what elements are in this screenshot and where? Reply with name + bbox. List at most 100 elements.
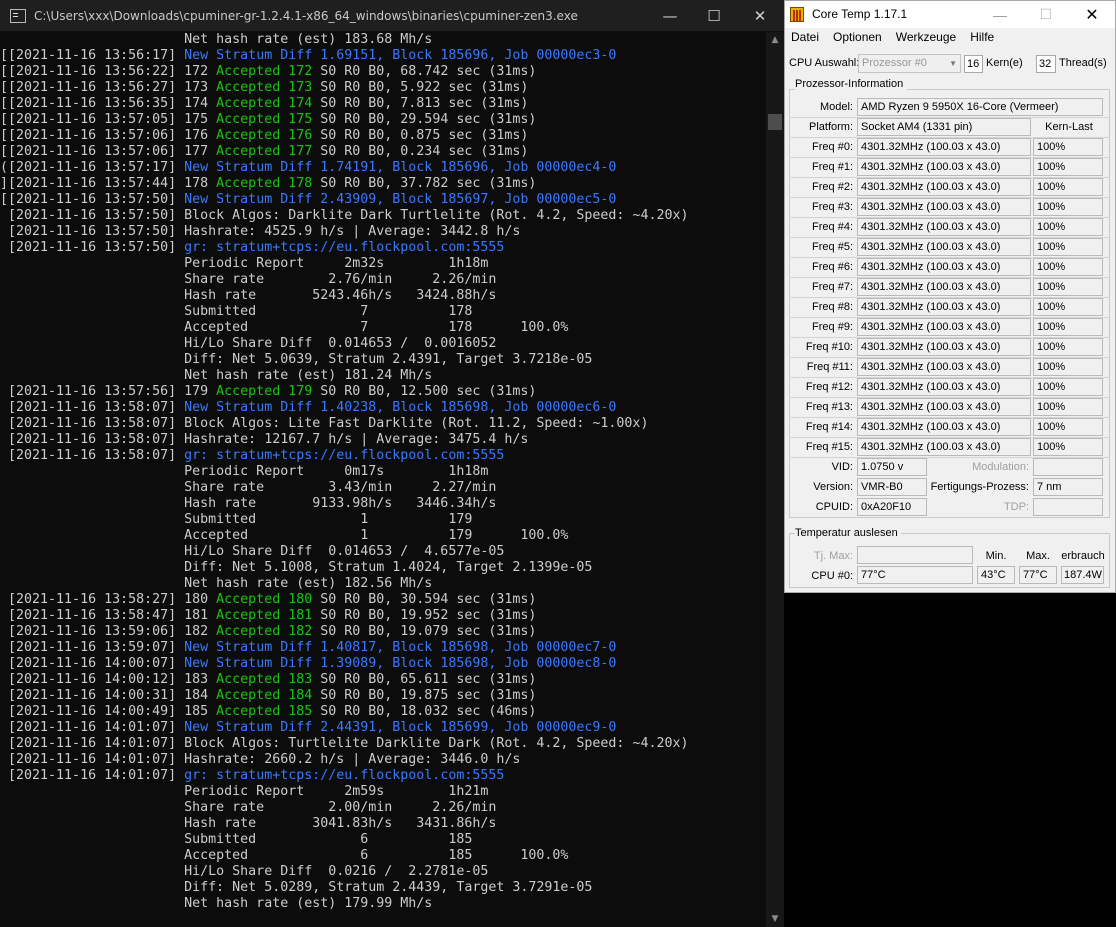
line-tail: S0 R0 B0, 65.611 sec (31ms) [312,672,537,687]
maximize-button[interactable]: ☐ [692,0,736,31]
freq-value: 4301.32MHz (100.03 x 43.0) [857,398,1031,416]
accepted-text: Accepted 175 [216,112,313,127]
menu-hilfe[interactable]: Hilfe [963,28,1001,47]
line-gutter: [ [0,112,9,127]
menu-bar: Datei Optionen Werkzeuge Hilfe [785,28,1001,47]
temperature-section-label: Temperatur auslesen [795,527,898,539]
console-line: Hi/Lo Share Diff 0.014653 / 0.0016052 [0,336,766,352]
tjmax-field [857,546,973,564]
console-line: Share rate 3.43/min 2.27/min [0,480,766,496]
line-gutter: ] [0,176,9,191]
line-text: [2021-11-16 14:00:07] [8,656,185,671]
line-gutter [0,704,8,719]
core-load-value: 100% [1033,138,1103,156]
menu-datei[interactable]: Datei [785,28,826,47]
minimize-button[interactable]: — [977,1,1023,28]
freq-label: Freq #0: [812,141,853,153]
line-text: [2021-11-16 13:59:07] [8,640,185,655]
line-gutter [0,432,8,447]
close-button[interactable]: ✕ [738,0,782,31]
freq-value: 4301.32MHz (100.03 x 43.0) [857,278,1031,296]
minimize-button[interactable]: — [648,0,692,31]
line-tail: S0 R0 B0, 0.875 sec (31ms) [312,128,529,143]
accepted-text: Accepted 174 [216,96,313,111]
line-text: Hi/Lo Share Diff 0.014653 / 0.0016052 [8,336,497,351]
console-line: Hash rate 9133.98h/s 3446.34h/s [0,496,766,512]
freq-label: Freq #9: [812,321,853,333]
core-load-value: 100% [1033,378,1103,396]
freq-label: Freq #4: [812,221,853,233]
line-gutter [0,272,8,287]
console-line: [2021-11-16 13:59:06] 182 Accepted 182 S… [0,624,766,640]
line-gutter: [ [0,80,9,95]
console-scrollbar[interactable]: ▲ ▼ [766,32,784,927]
console-line: [[2021-11-16 13:56:27] 173 Accepted 173 … [0,80,766,96]
console-line: [2021-11-16 14:00:49] 185 Accepted 185 S… [0,704,766,720]
line-tail: S0 R0 B0, 37.782 sec (31ms) [312,176,537,191]
line-gutter [0,208,8,223]
cpu-select-dropdown[interactable]: Prozessor #0 ▼ [858,54,961,73]
line-text: Submitted 1 179 [8,512,473,527]
cpu-select-value: Prozessor #0 [862,57,927,69]
freq-value: 4301.32MHz (100.03 x 43.0) [857,358,1031,376]
freq-label: Freq #3: [812,201,853,213]
console-line: ][2021-11-16 13:57:44] 178 Accepted 178 … [0,176,766,192]
freq-value: 4301.32MHz (100.03 x 43.0) [857,178,1031,196]
freq-label: Freq #7: [812,281,853,293]
line-text: Periodic Report 2m32s 1h18m [8,256,489,271]
console-line: Diff: Net 5.0639, Stratum 2.4391, Target… [0,352,766,368]
coretemp-titlebar[interactable]: Core Temp 1.17.1 — ☐ ✕ [785,1,1115,28]
line-text: [2021-11-16 13:57:44] 178 [8,176,217,191]
line-text: [2021-11-16 13:56:22] 172 [8,64,217,79]
line-gutter [0,464,8,479]
maximize-button[interactable]: ☐ [1023,1,1069,28]
freq-value: 4301.32MHz (100.03 x 43.0) [857,158,1031,176]
accepted-text: Accepted 173 [216,80,313,95]
line-gutter: [ [0,128,9,143]
console-line: [2021-11-16 13:59:07] New Stratum Diff 1… [0,640,766,656]
line-tail: S0 R0 B0, 12.500 sec (31ms) [312,384,537,399]
console-output[interactable]: Net hash rate (est) 183.68 Mh/s [[2021-11… [0,32,766,927]
scroll-down-arrow-icon[interactable]: ▼ [766,911,784,927]
console-line: [2021-11-16 13:58:07] gr: stratum+tcps:/… [0,448,766,464]
console-line: [2021-11-16 14:00:07] New Stratum Diff 1… [0,656,766,672]
console-line: Accepted 6 185 100.0% [0,848,766,864]
stratum-text: New Stratum Diff 1.39089, Block 185698, … [184,656,617,671]
console-line: Hash rate 3041.83h/s 3431.86h/s [0,816,766,832]
scroll-up-arrow-icon[interactable]: ▲ [766,32,784,48]
freq-value: 4301.32MHz (100.03 x 43.0) [857,438,1031,456]
line-text: Share rate 2.76/min 2.26/min [8,272,497,287]
line-text: [2021-11-16 13:57:05] 175 [8,112,217,127]
line-text: Hi/Lo Share Diff 0.0216 / 2.2781e-05 [8,864,489,879]
version-label: Version: [813,481,853,493]
freq-value: 4301.32MHz (100.03 x 43.0) [857,418,1031,436]
modulation-label: Modulation: [972,461,1029,473]
console-line: ([2021-11-16 13:57:17] New Stratum Diff … [0,160,766,176]
vid-label: VID: [831,461,853,473]
line-gutter [0,256,8,271]
line-gutter [0,528,8,543]
process-label: Fertigungs-Prozess: [930,481,1029,493]
close-button[interactable]: ✕ [1069,1,1115,28]
menu-werkzeuge[interactable]: Werkzeuge [889,28,963,47]
process-field: 7 nm [1033,478,1103,496]
line-text: Hash rate 3041.83h/s 3431.86h/s [8,816,497,831]
console-titlebar[interactable]: C:\Users\xxx\Downloads\cpuminer-gr-1.2.4… [0,0,784,31]
cpu-select-label: CPU Auswahl: [789,57,860,69]
line-text: Diff: Net 5.0639, Stratum 2.4391, Target… [8,352,593,367]
console-line: Net hash rate (est) 182.56 Mh/s [0,576,766,592]
freq-value: 4301.32MHz (100.03 x 43.0) [857,338,1031,356]
accepted-text: Accepted 179 [216,384,313,399]
line-gutter [0,352,8,367]
scroll-thumb[interactable] [768,114,782,130]
console-line: Periodic Report 0m17s 1h18m [0,464,766,480]
console-line: [2021-11-16 14:01:07] New Stratum Diff 2… [0,720,766,736]
line-gutter [0,608,8,623]
console-line: [2021-11-16 13:58:07] Block Algos: Lite … [0,416,766,432]
accepted-text: Accepted 183 [216,672,313,687]
line-gutter [0,416,8,431]
accepted-text: Accepted 181 [216,608,313,623]
freq-value: 4301.32MHz (100.03 x 43.0) [857,218,1031,236]
console-line: Periodic Report 2m59s 1h21m [0,784,766,800]
menu-optionen[interactable]: Optionen [826,28,889,47]
